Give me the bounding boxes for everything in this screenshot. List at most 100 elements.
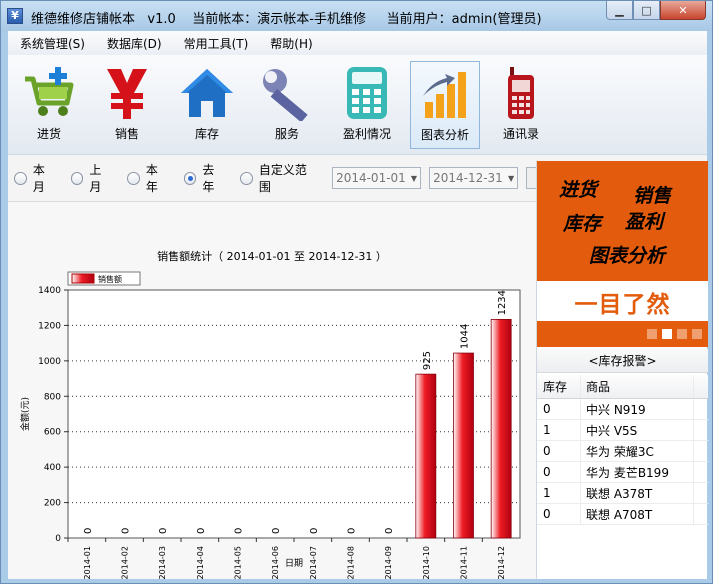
tool-profit-button[interactable]: 盈利情况 [332,61,402,149]
app-window: ¥ 维德维修店铺帐本 v1.0 当前帐本：演示帐本-手机维修 当前用户：admi… [0,0,713,584]
pager-dot[interactable] [692,329,702,339]
x-tick-label: 2014-08 [347,546,356,579]
data-label: 1234 [497,290,508,315]
cell-product: 中兴 N919 [581,399,694,419]
date-from-picker[interactable]: 2014-01-01 ▼ [332,167,422,189]
table-row[interactable]: 0 联想 A708T [537,504,708,525]
radio-indicator [70,171,84,185]
cell-qty: 1 [537,420,581,440]
radio-label: 本年 [145,163,158,194]
radio-label: 本月 [32,163,45,194]
table-row[interactable]: 1 中兴 V5S [537,420,708,441]
radio-this-month[interactable]: 本月 [14,161,57,195]
app-yen-icon: ¥ [7,8,23,24]
header-product[interactable]: 商品 [581,375,694,398]
tool-service-button[interactable]: 服务 [252,61,322,149]
close-button[interactable]: ✕ [660,1,706,20]
promo-banner: 进货 销售 库存 盈利 图表分析 一目了然 [537,161,708,347]
menu-help[interactable]: 帮助(H) [266,33,316,54]
tool-label: 服务 [274,127,299,141]
maximize-button[interactable]: □ [633,1,660,20]
cell-product: 联想 A378T [581,483,694,503]
x-axis-label: 日期 [285,558,303,569]
menu-database[interactable]: 数据库(D) [103,33,166,54]
bar [490,319,512,539]
menu-system[interactable]: 系统管理(S) [16,33,89,54]
tool-inventory-button[interactable]: 库存 [172,61,242,149]
radio-label: 自定义范围 [258,163,307,194]
date-from-value: 2014-01-01 [336,171,406,185]
y-tick-label: 0 [55,534,61,544]
table-row[interactable]: 1 联想 A378T [537,483,708,504]
tool-chart-button[interactable]: 图表分析 [410,61,480,149]
banner-slogan: 一目了然 [574,292,671,318]
cell-qty: 0 [537,441,581,461]
tool-label: 图表分析 [420,128,469,142]
title-bar[interactable]: ¥ 维德维修店铺帐本 v1.0 当前帐本：演示帐本-手机维修 当前用户：admi… [1,1,712,31]
radio-last-year[interactable]: 去年 [183,161,227,195]
data-label: 0 [196,528,207,534]
banner-pager [642,329,702,339]
chart-panel: 销售额统计（ 2014-01-01 至 2014-12-31 ） 销售额 0 200 4… [8,201,536,579]
pager-dot[interactable] [677,329,687,339]
x-tick-label: 2014-01 [83,546,92,579]
x-tick-label: 2014-11 [460,546,469,579]
table-header: 库存 商品 [537,375,708,399]
tool-label: 通讯录 [502,127,539,141]
table-row[interactable]: 0 中兴 N919 [537,399,708,420]
minimize-button[interactable]: ▁ [606,1,633,20]
cell-qty: 0 [537,462,581,482]
query-button[interactable] [526,167,536,189]
x-tick-label: 2014-05 [234,546,243,579]
sales-chart: 销售额统计（ 2014-01-01 至 2014-12-31 ） 销售额 0 200 4… [19,249,521,579]
tool-contacts-button[interactable]: 通讯录 [486,61,556,149]
tool-purchase-button[interactable]: 进货 [14,61,84,149]
pager-dot[interactable] [647,329,657,339]
radio-indicator [240,171,253,185]
banner-word: 图表分析 [589,245,666,267]
table-row[interactable]: 0 华为 麦芒B199 [537,462,708,483]
table-row[interactable]: 0 华为 荣耀3C [537,441,708,462]
y-tick-label: 1000 [38,357,61,367]
header-qty[interactable]: 库存 [537,375,581,398]
toolbar: 进货 销售 库存 服务 盈利情况 图表分析 通讯录 [8,55,707,155]
date-to-value: 2014-12-31 [433,171,503,185]
x-tick-label: 2014-06 [271,546,280,579]
menu-bar: 系统管理(S) 数据库(D) 常用工具(T) 帮助(H) [8,31,707,55]
radio-label: 上月 [89,163,102,194]
minimize-icon: ▁ [615,3,624,17]
data-label: 0 [347,528,358,534]
tool-label: 库存 [194,127,219,141]
x-tick-label: 2014-07 [309,546,318,579]
client-area: 系统管理(S) 数据库(D) 常用工具(T) 帮助(H) 进货 销售 库存 服务… [8,31,708,579]
radio-label: 去年 [202,163,215,194]
banner-word: 销售 [633,185,672,207]
plot-area [67,289,521,539]
radio-this-year[interactable]: 本年 [127,161,170,195]
y-tick-label: 1400 [38,286,61,296]
x-tick-label: 2014-10 [422,546,431,579]
stock-alert-title: <库存报警> [537,349,708,373]
date-to-picker[interactable]: 2014-12-31 ▼ [429,167,519,189]
data-label: 1044 [460,324,471,349]
tool-label: 销售 [114,127,139,141]
y-tick-label: 200 [44,499,61,509]
radio-last-month[interactable]: 上月 [70,161,114,195]
menu-tools[interactable]: 常用工具(T) [180,33,253,54]
radio-indicator [183,171,197,185]
data-label: 0 [158,528,169,534]
pager-dot[interactable] [662,329,672,339]
stock-table: 库存 商品 0 中兴 N919 1 中兴 V5S 0 华为 荣耀3C 0 华为 麦芒B1… [537,375,708,525]
data-label: 0 [83,528,94,534]
data-label: 0 [309,528,320,534]
y-tick-label: 800 [44,392,61,402]
data-label: 925 [422,351,433,370]
dropdown-arrow-icon: ▼ [410,173,418,183]
maximize-icon: □ [641,3,652,17]
radio-custom-range[interactable]: 自定义范围 [240,161,318,195]
cell-product: 中兴 V5S [581,420,694,440]
tool-sales-button[interactable]: 销售 [92,61,162,149]
dropdown-arrow-icon: ▼ [507,173,515,183]
bar [415,373,437,539]
x-tick-label: 2014-03 [158,546,167,579]
